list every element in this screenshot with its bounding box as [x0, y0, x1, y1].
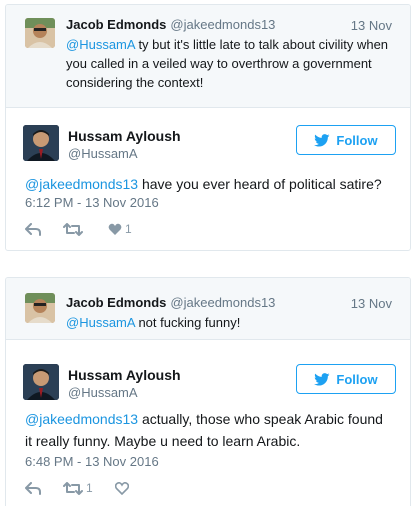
retweet-action[interactable]: 1 — [63, 481, 93, 495]
author-name[interactable]: Hussam Ayloush — [68, 367, 181, 383]
follow-button-label: Follow — [336, 371, 378, 387]
embedded-tweet-card: Jacob Edmonds @jakeedmonds13 13 Nov @Huss… — [5, 4, 411, 251]
quoted-reply-section: Jacob Edmonds @jakeedmonds13 13 Nov @Huss… — [6, 278, 410, 340]
author-avatar[interactable] — [23, 364, 59, 400]
tweet-actions: 1 — [25, 222, 154, 236]
reply-date[interactable]: 13 Nov — [351, 18, 392, 33]
reply-author-handle[interactable]: @jakeedmonds13 — [170, 17, 275, 32]
reply-action[interactable] — [25, 481, 41, 495]
reply-action[interactable] — [25, 222, 41, 236]
tweet-timestamp[interactable]: 6:12 PM - 13 Nov 2016 — [25, 195, 159, 210]
reply-text-line: you called in a veiled way to overthrow … — [66, 56, 372, 71]
reply-icon — [25, 222, 41, 236]
follow-button[interactable]: Follow — [296, 125, 396, 155]
tweet-text-body: actually, those who speak Arabic found — [138, 411, 383, 427]
tweet-actions: 1 — [25, 481, 154, 495]
reply-author-name[interactable]: Jacob Edmonds — [66, 17, 166, 32]
reply-text: @HussamA ty but it's little late to talk… — [66, 35, 396, 92]
twitter-bird-icon — [314, 133, 330, 147]
reply-author-avatar[interactable] — [25, 18, 55, 48]
author-handle[interactable]: @HussamA — [68, 385, 138, 400]
retweet-icon — [63, 222, 83, 236]
author-avatar[interactable] — [23, 125, 59, 161]
like-action[interactable]: 1 — [108, 222, 132, 236]
tweet-mention-link[interactable]: @jakeedmonds13 — [25, 176, 138, 192]
follow-button[interactable]: Follow — [296, 364, 396, 394]
quoted-reply-section: Jacob Edmonds @jakeedmonds13 13 Nov @Huss… — [6, 5, 410, 108]
embedded-tweet-card: Jacob Edmonds @jakeedmonds13 13 Nov @Huss… — [5, 277, 411, 506]
reply-mention-link[interactable]: @HussamA — [66, 315, 135, 330]
tweet-text: @jakeedmonds13 actually, those who speak… — [25, 408, 405, 452]
like-count: 1 — [125, 222, 132, 236]
reply-mention-link[interactable]: @HussamA — [66, 37, 135, 52]
retweet-action[interactable] — [63, 222, 86, 236]
follow-button-label: Follow — [336, 132, 378, 148]
tweet-text-body: it really funny. Maybe u need to learn A… — [25, 433, 301, 449]
author-handle[interactable]: @HussamA — [68, 146, 138, 161]
reply-date[interactable]: 13 Nov — [351, 296, 392, 311]
reply-author-handle[interactable]: @jakeedmonds13 — [170, 295, 275, 310]
reply-author[interactable]: Jacob Edmonds @jakeedmonds13 — [66, 295, 275, 310]
like-action[interactable] — [114, 481, 132, 495]
tweet-text-body: have you ever heard of political satire? — [138, 176, 382, 192]
twitter-bird-icon — [314, 372, 330, 386]
reply-icon — [25, 481, 41, 495]
retweet-count: 1 — [86, 481, 93, 495]
tweet-text: @jakeedmonds13 have you ever heard of po… — [25, 173, 405, 195]
reply-text-line: not fucking funny! — [134, 315, 241, 330]
reply-text-line: considering the context! — [66, 75, 204, 90]
author-name[interactable]: Hussam Ayloush — [68, 128, 181, 144]
reply-author-avatar[interactable] — [25, 293, 55, 323]
reply-text-line: ty but it's little late to talk about ci… — [134, 37, 389, 52]
reply-author[interactable]: Jacob Edmonds @jakeedmonds13 — [66, 17, 275, 32]
like-icon — [108, 223, 122, 235]
reply-author-name[interactable]: Jacob Edmonds — [66, 295, 166, 310]
reply-text: @HussamA not fucking funny! — [66, 313, 396, 332]
tweet-timestamp[interactable]: 6:48 PM - 13 Nov 2016 — [25, 454, 159, 469]
like-icon — [114, 481, 129, 495]
tweet-mention-link[interactable]: @jakeedmonds13 — [25, 411, 138, 427]
retweet-icon — [63, 481, 83, 495]
